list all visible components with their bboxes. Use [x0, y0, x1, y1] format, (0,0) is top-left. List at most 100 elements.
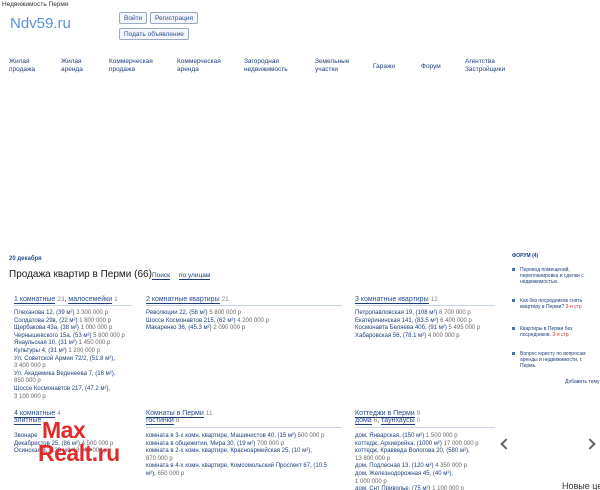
category-sub-link[interactable]: гостинки	[146, 417, 174, 425]
listing-row[interactable]: м²), 650 000 р	[146, 471, 327, 479]
category-link[interactable]: 3 комнатные квартиры	[355, 296, 429, 304]
listing-price: 3 100 000 р	[14, 393, 46, 400]
nav-label: Форум	[421, 63, 441, 70]
listing-row[interactable]: 3 400 000 р	[14, 363, 125, 371]
nav-label: Загородная	[244, 58, 279, 65]
listing-row[interactable]: комната в 4-х комн. квартире, Комсомольс…	[146, 463, 327, 471]
listing-title: Солдатова 29в, (22 м²)	[14, 317, 78, 324]
listing-row[interactable]: Плеханова 12, (39 м²) 3 300 000 р	[14, 310, 125, 318]
listing-title: Щербакова 43а, (38 м²)	[14, 325, 79, 332]
register-button[interactable]: Регистрация	[150, 12, 198, 24]
divider	[355, 305, 495, 306]
listing-row[interactable]: Петропавловская 19, (108 м²) 8 700 000 р	[355, 310, 480, 318]
listing-price: 3 400 000 р	[14, 363, 46, 370]
category-rooms: Комнаты в Перми 11 гостинки 8	[146, 410, 212, 425]
nav-item-agencies[interactable]: Агентства Застройщики	[465, 58, 505, 74]
listing-row[interactable]: Щербакова 43а, (38 м²) 1 000 000 р	[14, 325, 125, 333]
tab-by-street[interactable]: по улицам	[179, 272, 211, 280]
category-2-room: 2 комнатные квартиры 21	[146, 296, 229, 304]
chevron-left-icon[interactable]	[500, 438, 512, 450]
listing-list-2-room: Революции 22, (58 м²) 5 800 000 р Шоссе К…	[146, 310, 269, 333]
forum-topic[interactable]: Как без посредников снять квартиру в Пер…	[512, 298, 598, 310]
listing-row[interactable]: Чернышевского 15а, (53 м²) 5 800 000 р	[14, 333, 125, 341]
listing-price: 8 700 000 р	[439, 310, 471, 316]
site-logo[interactable]: Ndv59.ru	[10, 15, 71, 32]
listing-row[interactable]: дом, Подлесная 13, (120 м²) 4 350 000 р	[355, 463, 479, 471]
category-sub-link[interactable]: элитные	[14, 417, 42, 425]
listing-row[interactable]: Екатерининская 141, (83.5 м²) 6 400 000 …	[355, 318, 480, 326]
nav-item-garages[interactable]: Гаражи	[373, 63, 395, 71]
listing-row[interactable]: Шоссе Космонавтов 217, (47.2 м²),	[14, 386, 125, 394]
listing-list-3-room: Петропавловская 19, (108 м²) 8 700 000 р…	[355, 310, 480, 340]
listing-row[interactable]: Космонавта Беляева 40б, (91 м²) 5 495 00…	[355, 325, 480, 333]
listing-title: дом, Январская, (150 м²)	[355, 433, 425, 439]
listing-price: 1 000 000 р	[355, 478, 387, 485]
category-sub-count: 0	[416, 417, 421, 424]
category-sub-count: 6	[373, 417, 378, 424]
add-topic-link[interactable]: Добавить тему	[565, 379, 600, 385]
nav-item-land-plots[interactable]: Земельные участки	[315, 58, 349, 74]
listing-price: 870 000 р	[146, 455, 173, 462]
listing-row[interactable]: Революции 22, (58 м²) 5 800 000 р	[146, 310, 269, 318]
category-link[interactable]: 1 комнатные	[14, 296, 56, 304]
tab-search[interactable]: Поиск	[152, 272, 171, 280]
listing-row[interactable]: дом, Снт Приволье, (75 м²) 1 100 000 р	[355, 486, 479, 490]
add-ad-button[interactable]: Подать объявление	[119, 28, 189, 40]
listing-title: Шоссе Космонавтов 217, (47.2 м²),	[14, 385, 111, 392]
listing-price: 850 000 р	[14, 378, 41, 385]
date-label: 20 декабря	[9, 256, 42, 262]
listing-title: м²),	[146, 470, 156, 477]
listing-row[interactable]: Макаренко 36, (45.3 м²) 2 090 000 р	[146, 325, 269, 333]
divider	[146, 427, 342, 428]
listing-row[interactable]: комната в 2-х комн. квартире, Красноарме…	[146, 448, 327, 456]
listing-row[interactable]: Хабаровская 56, (78.1 м²) 4 000 000 р	[355, 333, 480, 341]
forum-topic[interactable]: Вопрос юристу по вопросам аренды и недви…	[512, 351, 598, 369]
nav-item-residential-rent[interactable]: Жилая аренда	[61, 58, 83, 74]
category-sub-link[interactable]: таунхаусы	[381, 417, 415, 425]
listing-row[interactable]: дом, Железнодорожная 45, (40 м²),	[355, 471, 479, 479]
listing-row[interactable]: Янаульская 10, (31 м²) 1 450 000 р	[14, 340, 125, 348]
listing-title: Культуры 4, (31 м²)	[14, 347, 67, 354]
listing-row[interactable]: Солдатова 29в, (22 м²) 1 800 000 р	[14, 318, 125, 326]
divider	[146, 305, 342, 306]
forum-topic-page[interactable]: 3-я стр	[552, 332, 568, 338]
login-button[interactable]: Войти	[119, 12, 148, 24]
nav-item-country-property[interactable]: Загородная недвижимость	[244, 58, 288, 74]
category-count: 4	[57, 410, 61, 417]
listing-title: Космонавта Беляева 40б, (91 м²)	[355, 325, 447, 332]
nav-item-commercial-rent[interactable]: Коммерческая аренда	[177, 58, 221, 74]
listing-row[interactable]: коттедж, Кравведа Вологова 20, (580 м²),	[355, 448, 479, 456]
listing-row[interactable]: Шоссе Космонавтов 215, (62 м²) 4 200 000…	[146, 318, 269, 326]
category-sub-link[interactable]: дома	[355, 417, 372, 425]
forum-topic-text: Вопрос юристу по вопросам аренды и недви…	[520, 351, 586, 369]
listing-row[interactable]: Ул. Академика Веденеева 7, (18 м²),	[14, 371, 125, 379]
divider	[14, 305, 132, 306]
nav-item-residential-sale[interactable]: Жилая продажа	[9, 58, 35, 74]
listing-row[interactable]: Ул. Советской Армии 72/2, (51.8 м²),	[14, 356, 125, 364]
forum-topic[interactable]: Перевод помещений, перепланировка и сдел…	[512, 267, 598, 285]
chevron-right-icon[interactable]	[584, 438, 596, 450]
overlay-caption: Новые цены	[562, 481, 600, 490]
category-sub-link[interactable]: малосемейки	[68, 296, 113, 304]
category-link[interactable]: 2 комнатные квартиры	[146, 296, 220, 304]
nav-label: продажа	[9, 66, 35, 73]
listing-price: 5 800 000 р	[209, 310, 242, 316]
listing-row[interactable]: 13 800 000 р	[355, 456, 479, 464]
listing-row[interactable]: комната в 3-х комн. квартире, Машинистов…	[146, 433, 327, 441]
listing-row[interactable]: 3 100 000 р	[14, 394, 125, 402]
listing-row[interactable]: 1 000 000 р	[355, 479, 479, 487]
listing-row[interactable]: коттедж, Архиерейка, (1000 м²) 17 000 00…	[355, 441, 479, 449]
listing-row[interactable]: Культуры 4, (31 м²) 1 200 000 р	[14, 348, 125, 356]
bullet-icon	[512, 327, 515, 330]
listing-list-cottages: дом, Январская, (150 м²) 1 500 000 р котт…	[355, 433, 479, 490]
forum-topic[interactable]: Квартиры в Перми без посредников. 3-я ст…	[512, 326, 598, 338]
forum-topic-page[interactable]: 3-я стр	[566, 304, 582, 310]
listing-row[interactable]: 850 000 р	[14, 378, 125, 386]
category-count: 21	[221, 296, 229, 303]
nav-item-forum[interactable]: Форум	[421, 63, 441, 71]
listing-title: дом, Подлесная 13, (120 м²)	[355, 463, 434, 470]
listing-price: 17 000 000 р	[443, 440, 479, 447]
nav-item-commercial-sale[interactable]: Коммерческая продажа	[109, 58, 153, 74]
listing-row[interactable]: дом, Январская, (150 м²) 1 500 000 р	[355, 433, 479, 441]
listing-list-rooms: комната в 3-х комн. квартире, Машинистов…	[146, 433, 327, 479]
